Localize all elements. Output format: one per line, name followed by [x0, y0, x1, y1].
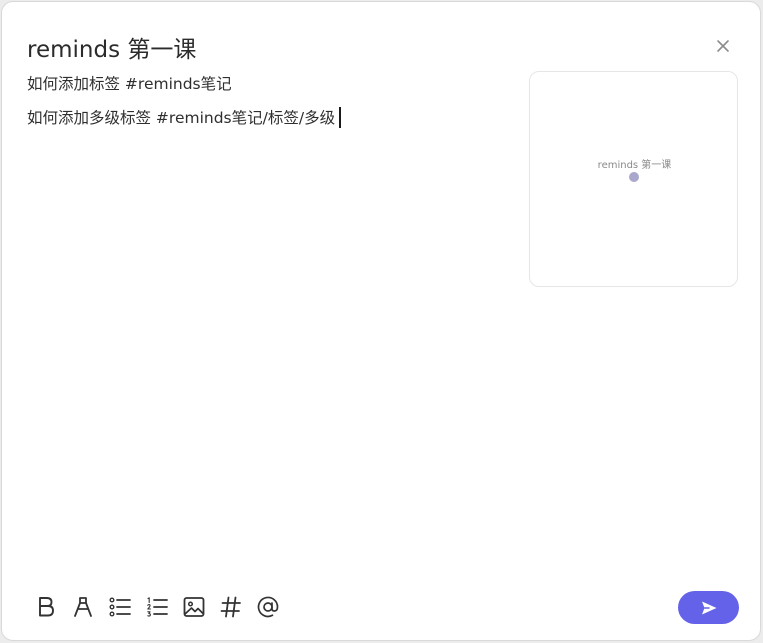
note-line: 如何添加多级标签 #reminds笔记/标签/多级	[27, 106, 507, 130]
graph-node-dot[interactable]	[629, 172, 639, 182]
note-body-editor[interactable]: 如何添加标签 #reminds笔记 如何添加多级标签 #reminds笔记/标签…	[27, 72, 507, 140]
note-line-text: 如何添加多级标签 #reminds笔记/标签/多级	[27, 109, 336, 127]
note-title[interactable]: reminds 第一课	[27, 30, 196, 64]
insert-image-button[interactable]	[181, 594, 207, 620]
note-line-text: 如何添加标签 #reminds笔记	[27, 75, 232, 93]
hashtag-icon	[220, 596, 241, 618]
bold-button[interactable]	[33, 594, 59, 620]
mention-icon	[257, 596, 279, 618]
tag-button[interactable]	[218, 594, 244, 620]
bullet-list-button[interactable]	[107, 594, 133, 620]
highlight-button[interactable]	[70, 594, 96, 620]
numbered-list-button[interactable]	[144, 594, 170, 620]
bold-icon	[39, 597, 54, 617]
bullet-list-icon	[109, 597, 131, 617]
text-caret	[339, 107, 341, 128]
numbered-list-icon	[147, 597, 168, 617]
mention-button[interactable]	[255, 594, 281, 620]
graph-node-label: reminds 第一课	[597, 160, 672, 171]
send-icon	[701, 601, 716, 614]
note-line: 如何添加标签 #reminds笔记	[27, 72, 507, 96]
image-icon	[183, 597, 205, 617]
note-editor-dialog: reminds 第一课 如何添加标签 #reminds笔记 如何添加多级标签 #…	[1, 1, 761, 641]
close-icon	[717, 40, 729, 52]
graph-preview-card[interactable]: reminds 第一课	[529, 71, 738, 287]
send-button[interactable]	[678, 591, 739, 624]
close-button[interactable]	[712, 35, 734, 57]
formatting-toolbar	[33, 592, 292, 622]
highlight-icon	[74, 597, 92, 617]
